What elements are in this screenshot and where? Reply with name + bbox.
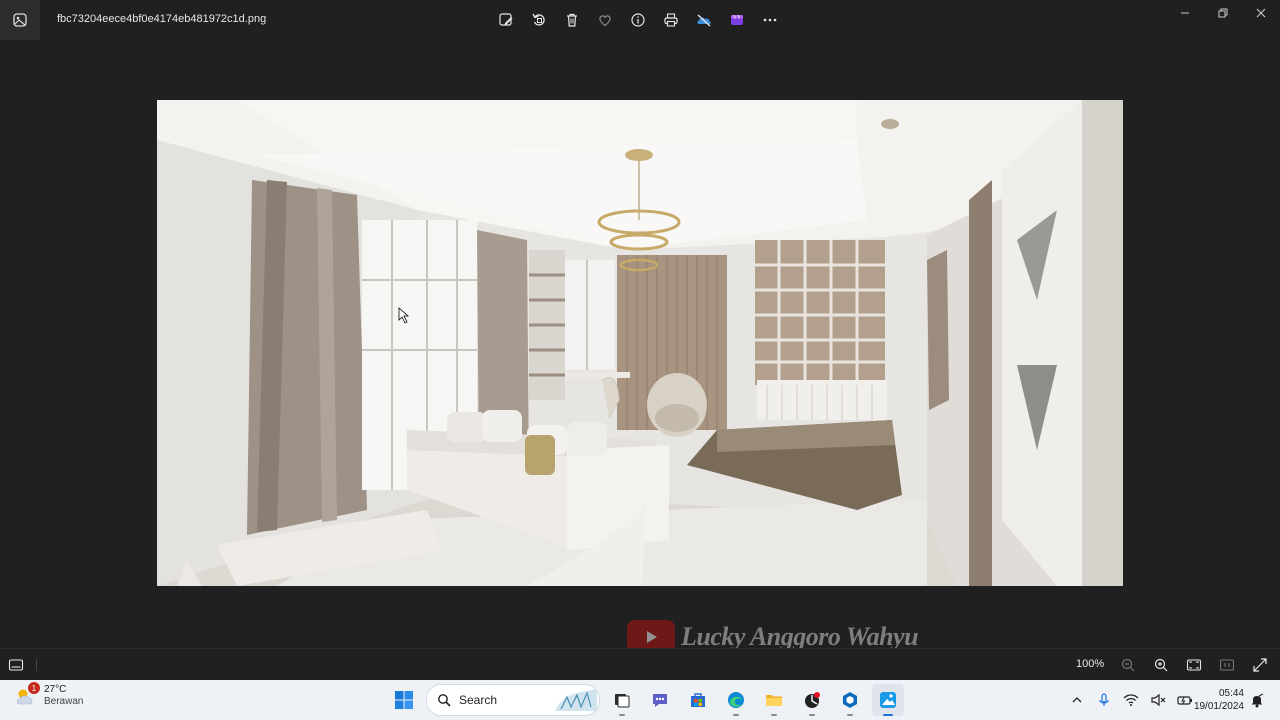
file-explorer-icon[interactable] bbox=[758, 684, 790, 716]
actual-size-icon[interactable] bbox=[1217, 655, 1237, 675]
notification-badge: 1 bbox=[28, 682, 40, 694]
zoom-level[interactable]: 100% bbox=[1076, 658, 1104, 670]
delete-icon[interactable] bbox=[560, 8, 584, 32]
photos-taskbar-icon[interactable] bbox=[872, 684, 904, 716]
edge-browser-icon[interactable] bbox=[720, 684, 752, 716]
status-bar: 100% bbox=[0, 648, 1280, 681]
chat-app-icon[interactable] bbox=[644, 684, 676, 716]
full-screen-icon[interactable] bbox=[1250, 655, 1270, 675]
filmstrip-icon[interactable] bbox=[8, 657, 24, 678]
restore-icon[interactable] bbox=[1204, 0, 1242, 26]
speaker-muted-icon[interactable] bbox=[1149, 691, 1167, 709]
print-icon[interactable] bbox=[659, 8, 683, 32]
window-title: fbc73204eece4bf0e4174eb481972c1d.png bbox=[57, 13, 267, 25]
favorite-icon[interactable] bbox=[593, 8, 617, 32]
sketchup-app-icon[interactable] bbox=[834, 684, 866, 716]
minimize-icon[interactable] bbox=[1166, 0, 1204, 26]
task-view-button[interactable] bbox=[606, 684, 638, 716]
search-box[interactable]: Search bbox=[426, 684, 600, 716]
zoom-out-icon[interactable] bbox=[1118, 655, 1138, 675]
taskbar: 1 27°C Berawan Search 05:44 19/01/2024 bbox=[0, 680, 1280, 720]
notification-bell-icon[interactable] bbox=[1250, 692, 1264, 713]
clock-time: 05:44 bbox=[1218, 688, 1244, 699]
window-controls bbox=[1166, 0, 1280, 26]
microphone-icon[interactable] bbox=[1095, 691, 1113, 709]
store-app-icon[interactable] bbox=[682, 684, 714, 716]
start-button[interactable] bbox=[388, 684, 420, 716]
photos-app-icon[interactable] bbox=[0, 0, 40, 40]
image-toolbar bbox=[494, 8, 782, 32]
clipchamp-icon[interactable] bbox=[725, 8, 749, 32]
weather-widget[interactable]: 1 27°C Berawan bbox=[14, 682, 84, 708]
fit-to-window-icon[interactable] bbox=[1184, 655, 1204, 675]
title-bar: fbc73204eece4bf0e4174eb481972c1d.png bbox=[0, 0, 1280, 40]
chevron-up-icon[interactable] bbox=[1068, 691, 1086, 709]
info-icon[interactable] bbox=[626, 8, 650, 32]
onedrive-off-icon[interactable] bbox=[692, 8, 716, 32]
search-highlight-icon bbox=[555, 689, 597, 711]
search-icon bbox=[438, 694, 451, 707]
system-tray bbox=[1068, 680, 1194, 720]
edit-image-icon[interactable] bbox=[494, 8, 518, 32]
clock[interactable]: 05:44 19/01/2024 bbox=[1190, 687, 1244, 713]
clock-date: 19/01/2024 bbox=[1193, 701, 1244, 712]
weather-desc: Berawan bbox=[44, 696, 84, 707]
divider bbox=[36, 659, 37, 671]
wifi-icon[interactable] bbox=[1122, 691, 1140, 709]
close-icon[interactable] bbox=[1242, 0, 1280, 26]
displayed-image[interactable] bbox=[157, 100, 1123, 586]
recorder-app-icon[interactable] bbox=[796, 684, 828, 716]
cloudy-weather-icon: 1 bbox=[14, 682, 40, 708]
taskbar-apps: Search bbox=[388, 684, 904, 716]
weather-temp: 27°C bbox=[44, 684, 67, 695]
search-label: Search bbox=[459, 693, 498, 707]
zoom-in-icon[interactable] bbox=[1151, 655, 1171, 675]
rotate-icon[interactable] bbox=[527, 8, 551, 32]
more-icon[interactable] bbox=[758, 8, 782, 32]
